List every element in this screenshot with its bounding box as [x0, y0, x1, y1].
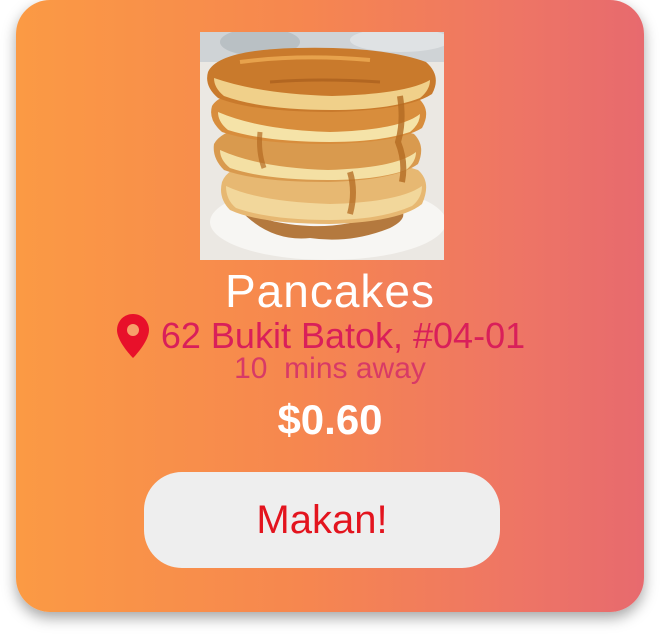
- item-price: $0.60: [277, 396, 383, 443]
- food-card: Pancakes 62 Bukit Batok, #04-01 10 mins …: [16, 0, 644, 612]
- item-distance: 10 mins away: [234, 352, 426, 385]
- makan-button[interactable]: Makan!: [144, 472, 500, 568]
- food-image: [200, 32, 444, 260]
